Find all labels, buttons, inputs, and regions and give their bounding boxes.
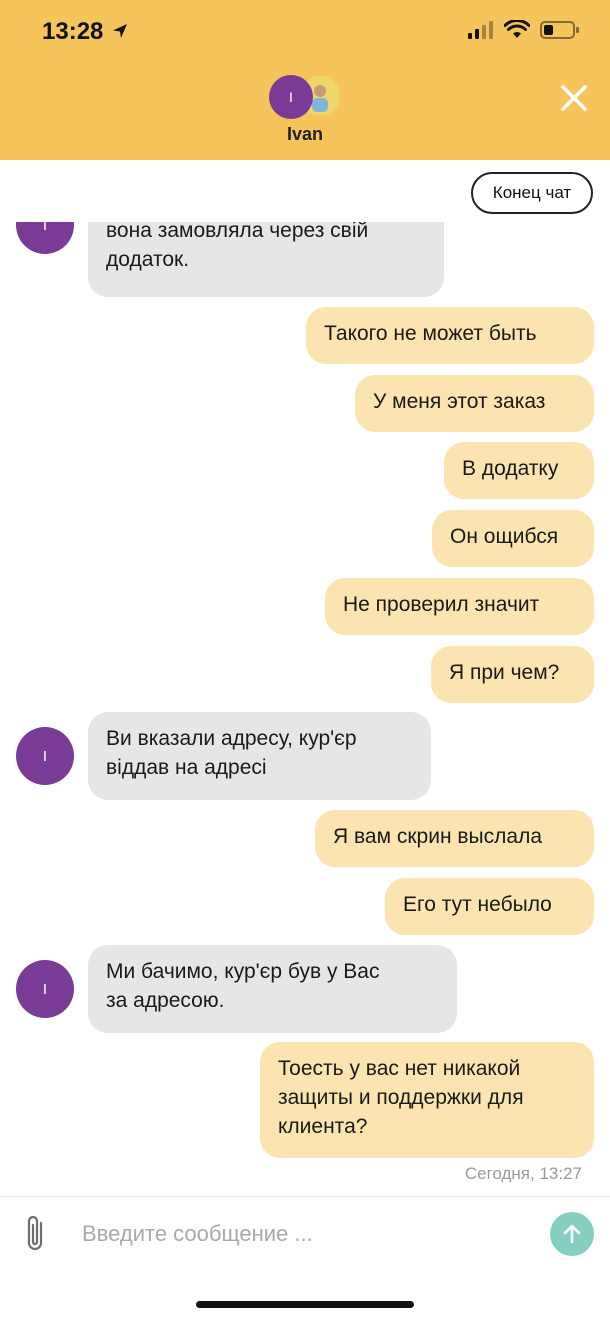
message-line: додаток.: [106, 248, 190, 271]
message-bubble-user: Не проверил значит: [325, 578, 594, 635]
arrow-up-icon: [563, 1224, 581, 1244]
home-indicator: [196, 1301, 414, 1308]
close-icon[interactable]: [558, 82, 590, 114]
message-bubble-user: Я вам скрин выслала: [315, 810, 594, 867]
message-bubble-agent: Ви вказали адресу, кур'єр віддав на адре…: [88, 712, 431, 800]
message-timestamp: Сегодня, 13:27: [464, 1164, 582, 1183]
message-line: віддав на адресі: [106, 756, 267, 779]
status-icons: [468, 20, 580, 40]
location-arrow-icon: [113, 24, 127, 38]
status-time: 13:28: [42, 18, 104, 45]
message-line: Такого не может быть: [324, 322, 537, 345]
message-bubble-agent: Ми бачимо, кур'єр був у Вас за адресою.: [88, 945, 457, 1033]
wifi-icon: [504, 20, 530, 38]
message-line: вона замовляла через свій: [106, 222, 369, 242]
message-line: В додатку: [462, 457, 559, 480]
contact-name: Ivan: [286, 124, 324, 144]
message-line: Я при чем?: [449, 661, 560, 684]
end-chat-button[interactable]: Конец чат: [471, 172, 593, 214]
message-input[interactable]: [80, 1212, 524, 1256]
message-bubble-user: Такого не может быть: [306, 307, 594, 364]
battery-icon: [540, 21, 579, 39]
message-line: защиты и поддержки для: [278, 1086, 524, 1109]
send-button[interactable]: [550, 1212, 594, 1256]
message-line: за адресою.: [106, 989, 225, 1012]
paperclip-icon[interactable]: [22, 1213, 50, 1255]
chat-header: 13:28 I Ivan: [0, 0, 610, 160]
message-line: Я вам скрин выслала: [333, 825, 543, 848]
message-bubble-user: В додатку: [444, 442, 594, 499]
message-bubble-user: У меня этот заказ: [355, 375, 594, 432]
message-bubble-user: Я при чем?: [431, 646, 594, 703]
message-list[interactable]: I вона замовляла через свій додаток. Так…: [0, 222, 610, 1197]
message-line: У меня этот заказ: [373, 390, 546, 413]
agent-avatar: I: [16, 222, 74, 254]
message-line: Ми бачимо, кур'єр був у Вас: [106, 960, 380, 983]
agent-avatar: I: [16, 960, 74, 1018]
message-bubble-user: Его тут небыло: [385, 878, 594, 935]
agent-avatar: I: [16, 727, 74, 785]
message-bubble-agent: вона замовляла через свій додаток.: [88, 222, 444, 297]
message-line: Ви вказали адресу, кур'єр: [106, 727, 357, 750]
message-line: Не проверил значит: [343, 593, 540, 616]
message-line: Его тут небыло: [403, 893, 552, 916]
contact-avatar: I: [269, 75, 313, 119]
message-bubble-user: Тоесть у вас нет никакой защиты и поддер…: [260, 1042, 594, 1158]
message-line: Тоесть у вас нет никакой: [278, 1057, 521, 1080]
message-line: Он ощибся: [450, 525, 559, 548]
message-line: клиента?: [278, 1115, 368, 1138]
signal-icon: [468, 21, 493, 39]
message-bubble-user: Он ощибся: [432, 510, 594, 567]
